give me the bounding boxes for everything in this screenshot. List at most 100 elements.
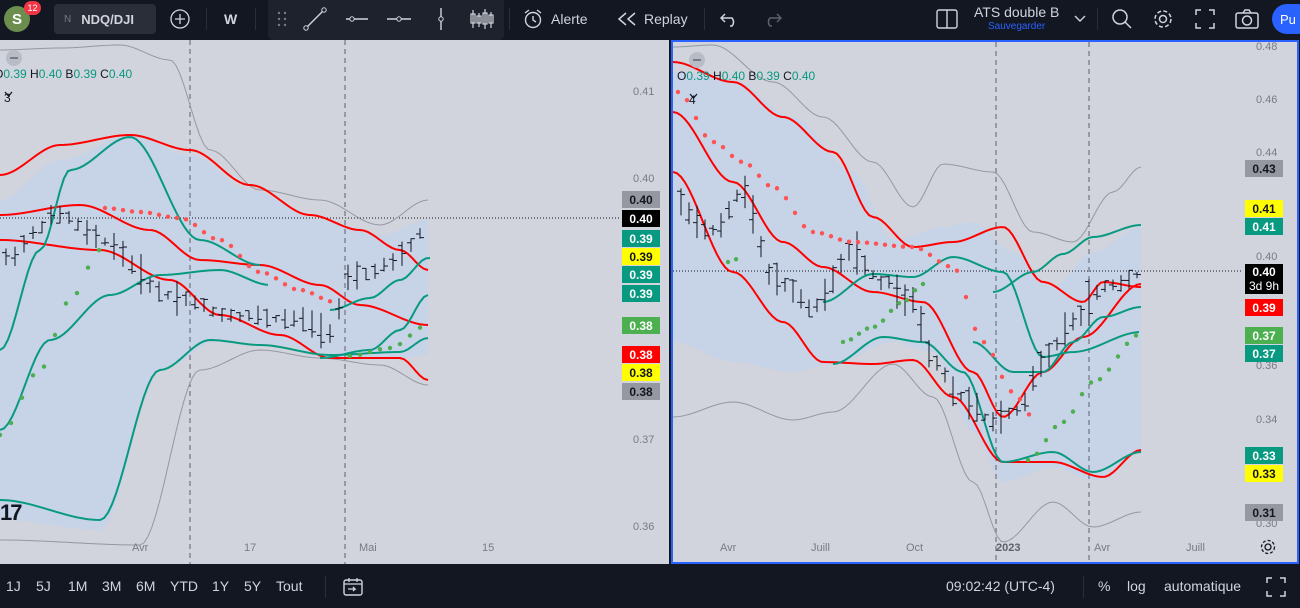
sar-dot-green [74, 290, 80, 296]
candles-icon[interactable] [468, 6, 496, 32]
sar-dot-green [417, 325, 423, 330]
sar-dot-green [840, 339, 846, 345]
sar-dot-green [872, 324, 878, 329]
x-axis-label: Juill [811, 542, 830, 554]
collapse-legend-icon[interactable] [689, 52, 705, 68]
y-axis-label: 0.37 [633, 434, 655, 446]
sar-dot-green [1097, 377, 1103, 382]
y-axis-label: 0.34 [1256, 414, 1278, 426]
sar-dot-red [999, 374, 1005, 379]
chart-canvas-left[interactable] [0, 40, 669, 564]
auto-scale-toggle[interactable]: automatique [1164, 578, 1241, 594]
range-button-tout[interactable]: Tout [276, 578, 302, 594]
chevron-down-icon [689, 93, 698, 99]
sar-dot-green [1052, 424, 1058, 430]
compare-add-icon[interactable] [168, 7, 192, 31]
sar-dot-green [357, 352, 363, 357]
drag-handle-icon[interactable] [276, 10, 288, 28]
price-tag: 0.38 [622, 317, 660, 334]
chart-pane-left[interactable]: O0.39 H0.40 B0.39 C0.40 3 17 0.41 0.40 0… [0, 40, 669, 564]
horizontal-ray-icon[interactable] [344, 6, 370, 32]
x-axis-label: Juill [1186, 542, 1205, 554]
alert-button[interactable]: Alerte [522, 0, 588, 38]
gear-icon[interactable] [1151, 7, 1175, 31]
toolbar-divider [255, 8, 256, 30]
publish-label: Pu [1280, 11, 1296, 27]
sar-dot-red [675, 89, 681, 95]
replay-icon [617, 12, 636, 26]
clock-time[interactable]: 09:02:42 (UTC-4) [946, 578, 1055, 594]
range-button-1y[interactable]: 1Y [212, 578, 229, 594]
sar-dot-green [733, 257, 739, 262]
range-button-5y[interactable]: 5Y [244, 578, 261, 594]
interval-button[interactable]: W [224, 0, 237, 38]
collapse-legend-icon[interactable] [6, 50, 22, 66]
price-tag: 0.37 [1245, 327, 1283, 344]
range-button-1j[interactable]: 1J [6, 578, 21, 594]
sar-dot-red [183, 217, 189, 222]
x-axis-label: Avr [1094, 542, 1111, 554]
price-tag: 0.31 [1245, 504, 1283, 521]
indicator-legend-toggle[interactable]: 3 [4, 91, 13, 105]
chart-settings-gear-icon[interactable] [1259, 538, 1279, 558]
sar-dot-red [711, 139, 717, 145]
alert-label: Alerte [551, 11, 588, 27]
price-tag: 0.41 [1245, 200, 1283, 217]
x-axis-label: 15 [482, 542, 495, 554]
indicator-legend-toggle[interactable]: 4 [689, 93, 698, 107]
publish-button[interactable]: Pu [1272, 4, 1300, 34]
sar-dot-red [702, 133, 708, 138]
symbol-search-button[interactable]: N NDQ/DJI [54, 4, 156, 34]
range-button-6m[interactable]: 6M [136, 578, 155, 594]
y-axis-label: 0.46 [1256, 94, 1278, 106]
sar-dot-green [888, 308, 894, 313]
chevron-down-icon[interactable] [1072, 12, 1088, 26]
top-toolbar: S 12 N NDQ/DJI W Alerte Replay ATS doubl… [0, 0, 1300, 40]
replay-button[interactable]: Replay [616, 0, 688, 38]
price-tag: 0.38 [622, 383, 660, 400]
trading-app: S 12 N NDQ/DJI W Alerte Replay ATS doubl… [0, 0, 1300, 608]
ohlc-high: 0.40 [38, 67, 63, 81]
layout-title[interactable]: ATS double B [974, 4, 1059, 20]
sar-dot-green [904, 297, 910, 303]
sar-dot-red [792, 210, 798, 216]
price-tag: 0.39 [622, 285, 660, 302]
sar-dot-green [30, 373, 36, 378]
layout-save-link[interactable]: Sauvegarder [988, 21, 1045, 32]
log-scale-toggle[interactable]: log [1127, 578, 1146, 594]
chart-pane-right[interactable]: O0.39 H0.40 B0.39 C0.40 4 0.48 0.46 0.44… [671, 40, 1299, 564]
chart-canvas-right[interactable] [673, 42, 1297, 562]
drawing-toolbar [268, 0, 504, 40]
sar-dot-green [1079, 391, 1085, 397]
sar-dot-red [765, 182, 771, 188]
x-axis-label: Oct [906, 542, 924, 554]
range-button-1m[interactable]: 1M [68, 578, 87, 594]
horizontal-line-icon[interactable] [386, 6, 412, 32]
range-button-3m[interactable]: 3M [102, 578, 121, 594]
last-price-tag: 0.40 3d 9h [1245, 264, 1283, 294]
sar-dot-red [237, 253, 243, 259]
expand-icon[interactable] [1264, 575, 1288, 599]
range-button-ytd[interactable]: YTD [170, 578, 198, 594]
toolbar-divider [704, 8, 705, 30]
fullscreen-icon[interactable] [1193, 7, 1217, 31]
y-axis-label: 0.40 [633, 173, 655, 185]
x-axis-label: 17 [244, 542, 257, 554]
sar-dot-red [747, 163, 753, 168]
sar-dot-red [738, 159, 744, 164]
range-button-5j[interactable]: 5J [36, 578, 51, 594]
layout-panes-icon[interactable] [934, 7, 960, 31]
trend-line-icon[interactable] [302, 6, 328, 32]
redo-icon[interactable] [760, 8, 784, 30]
sar-dot-red [165, 214, 171, 219]
vertical-line-icon[interactable] [428, 6, 454, 32]
toolbar-divider [325, 576, 326, 598]
go-to-date-icon[interactable] [342, 576, 364, 598]
search-icon[interactable] [1110, 7, 1134, 31]
toolbar-divider [206, 8, 207, 30]
percent-scale-toggle[interactable]: % [1098, 578, 1110, 594]
camera-icon[interactable] [1234, 7, 1260, 31]
y-axis-label: 0.48 [1256, 41, 1278, 53]
chevron-down-icon [4, 91, 13, 97]
undo-icon[interactable] [718, 8, 742, 30]
